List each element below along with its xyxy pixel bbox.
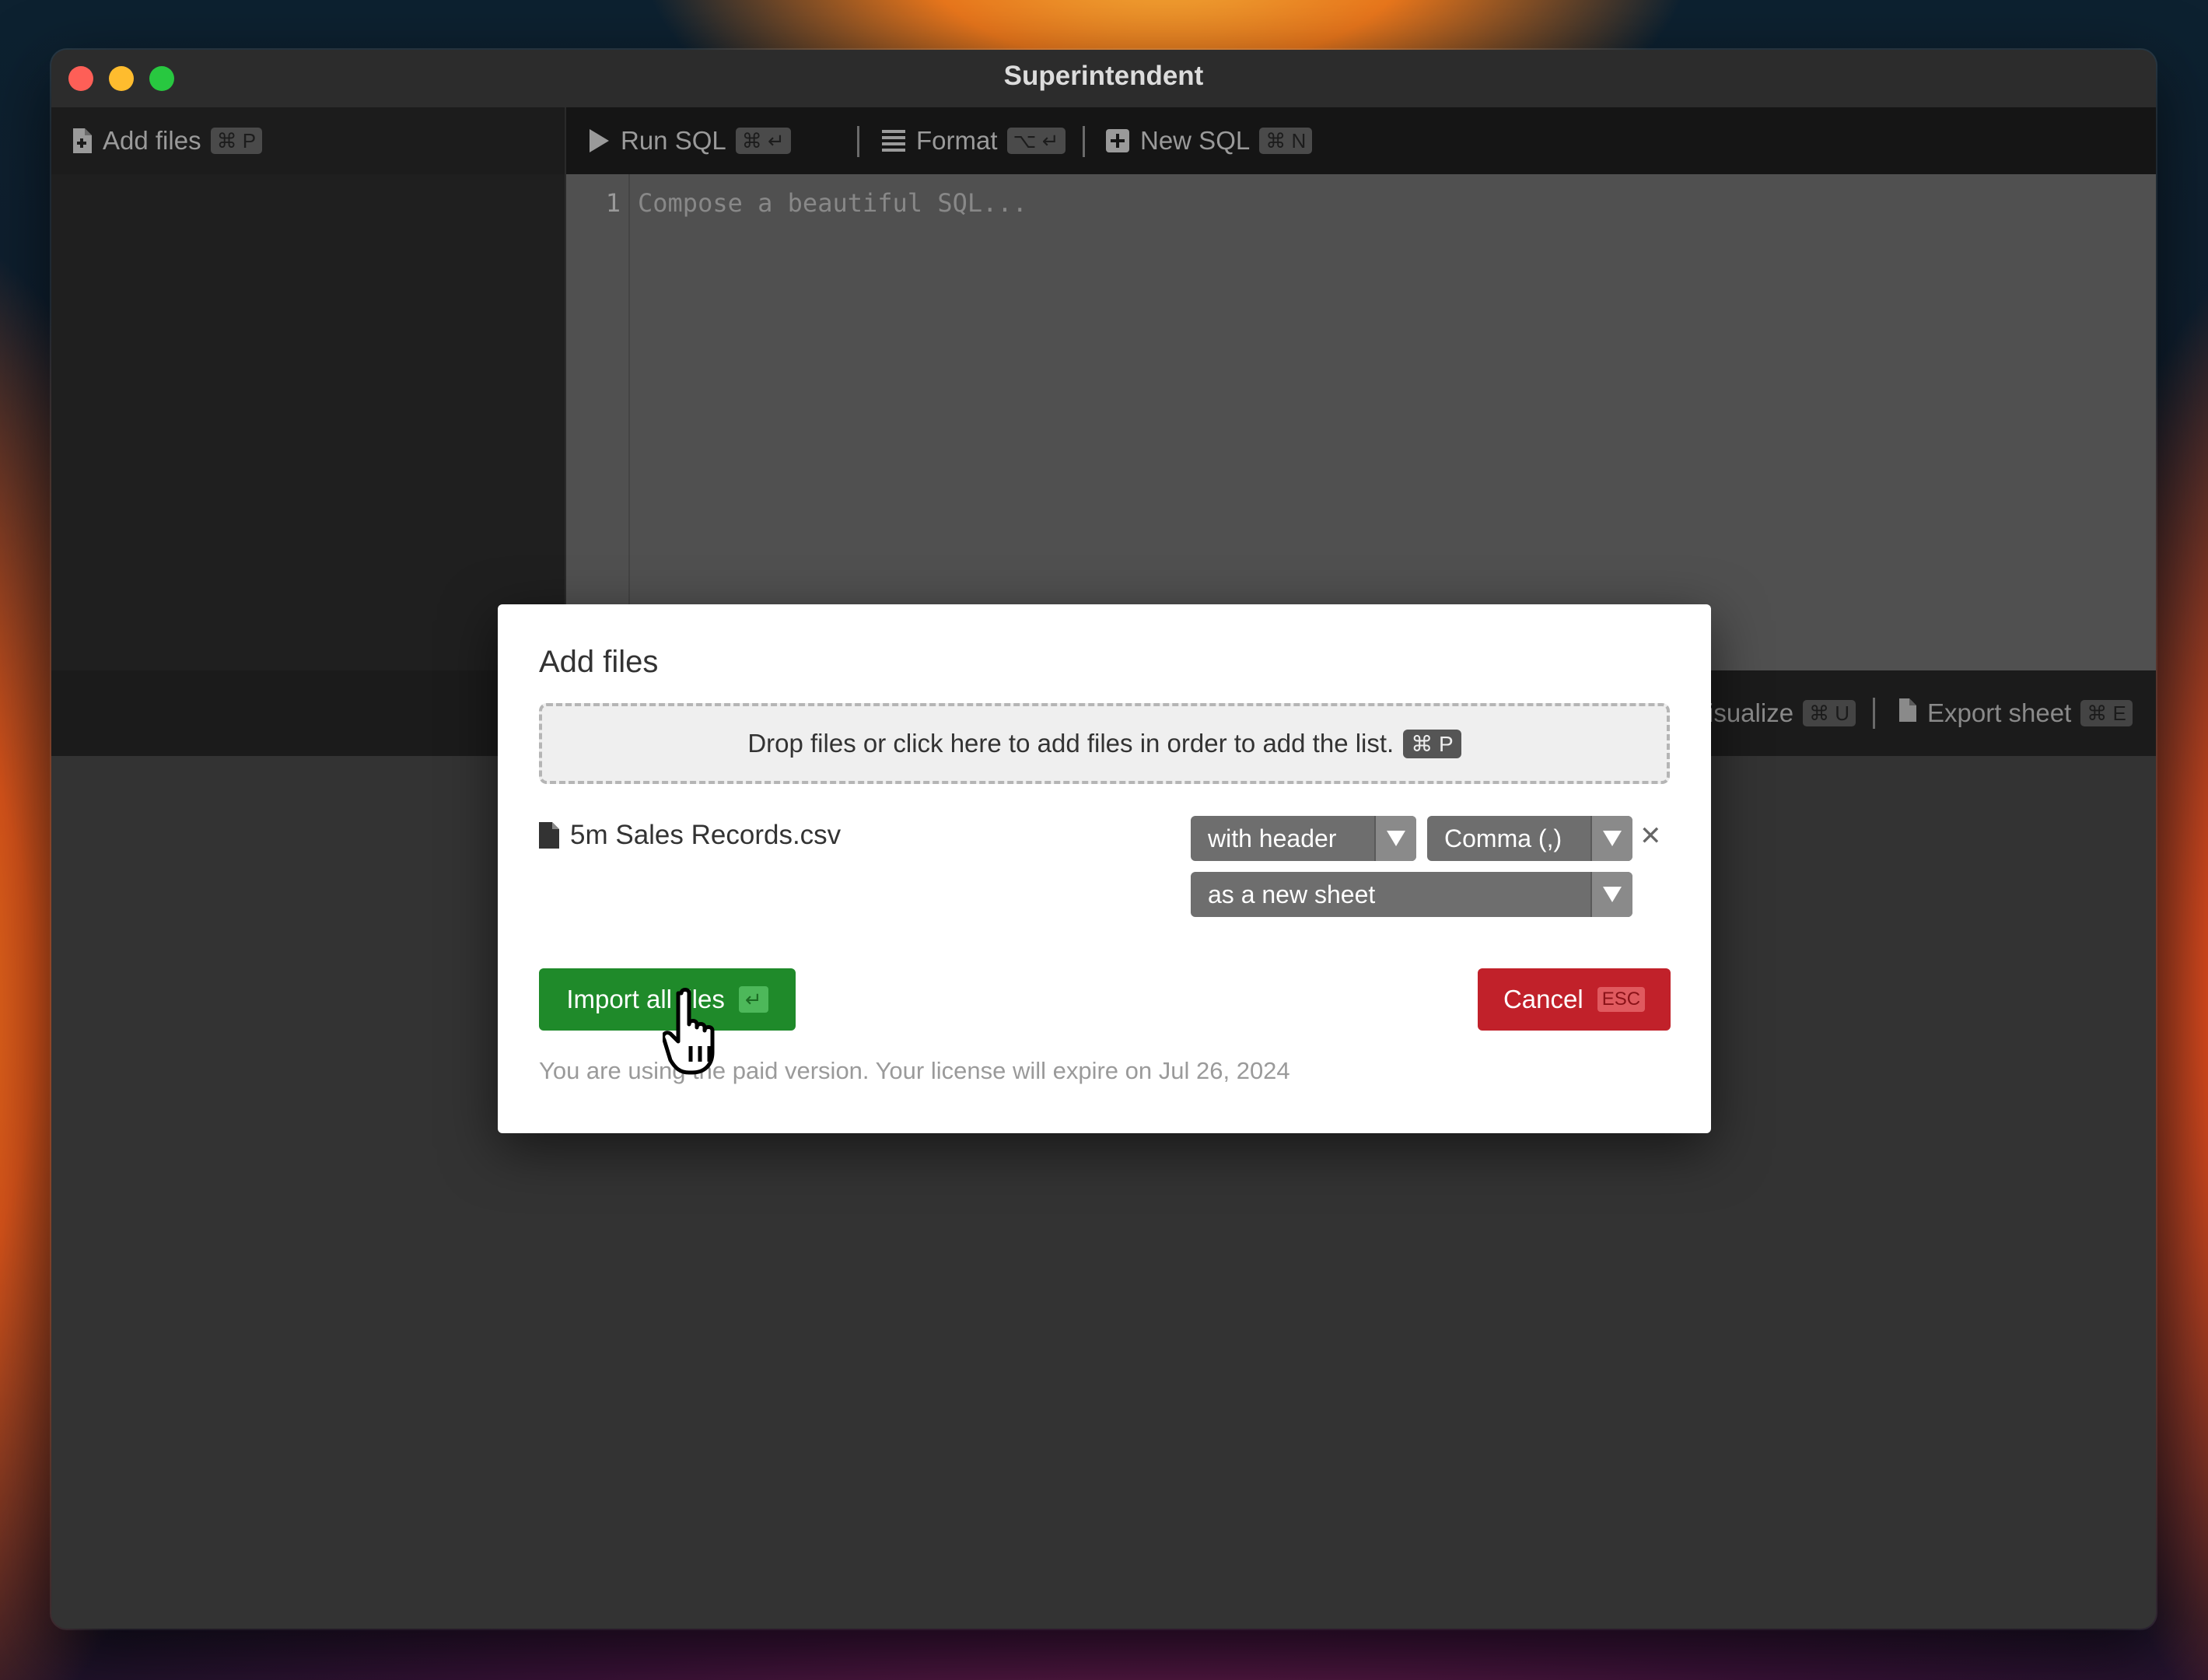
import-shortcut: ↵ xyxy=(738,986,768,1013)
visualize-label: isualize xyxy=(1708,698,1794,727)
line-gutter: 1 xyxy=(566,174,630,670)
cancel-shortcut: ESC xyxy=(1597,987,1646,1012)
format-label: Format xyxy=(916,126,998,155)
toolbar-divider xyxy=(857,126,859,157)
visualize-button[interactable]: isualize ⌘ U xyxy=(1708,670,1856,756)
header-select[interactable]: with header xyxy=(1191,816,1416,861)
export-sheet-shortcut: ⌘ E xyxy=(2080,700,2133,726)
visualize-shortcut: ⌘ U xyxy=(1803,700,1856,726)
toolbar-divider xyxy=(1873,698,1875,729)
chevron-down-icon xyxy=(1590,872,1632,917)
file-plus-icon xyxy=(72,128,92,153)
target-select[interactable]: as a new sheet xyxy=(1191,872,1632,917)
add-files-button[interactable]: Add files ⌘ P xyxy=(72,107,263,174)
dropzone-text: Drop files or click here to add files in… xyxy=(747,729,1394,758)
sql-editor[interactable]: 1 Compose a beautiful SQL... xyxy=(565,174,2156,670)
delimiter-select[interactable]: Comma (,) xyxy=(1427,816,1632,861)
plus-square-icon xyxy=(1106,129,1129,152)
remove-file-button[interactable]: ✕ xyxy=(1639,821,1662,852)
dialog-title: Add files xyxy=(539,645,659,679)
sidebar-toolbar: Add files ⌘ P xyxy=(51,107,565,174)
window-title: Superintendent xyxy=(1003,61,1204,91)
format-button[interactable]: Format ⌥ ↵ xyxy=(882,107,1066,174)
format-shortcut: ⌥ ↵ xyxy=(1006,128,1066,154)
editor-placeholder: Compose a beautiful SQL... xyxy=(638,188,1027,218)
file-dropzone[interactable]: Drop files or click here to add files in… xyxy=(539,703,1670,784)
target-select-value: as a new sheet xyxy=(1208,880,1376,908)
delimiter-select-value: Comma (,) xyxy=(1444,824,1562,852)
editor-toolbar: Run SQL ⌘ ↵ Format ⌥ ↵ New SQL ⌘ N xyxy=(565,107,2156,174)
sidebar-panel xyxy=(51,174,565,670)
file-icon xyxy=(539,822,559,849)
export-sheet-button[interactable]: Export sheet ⌘ E xyxy=(1898,670,2133,756)
new-sql-label: New SQL xyxy=(1140,126,1251,155)
run-sql-button[interactable]: Run SQL ⌘ ↵ xyxy=(588,107,791,174)
new-sql-shortcut: ⌘ N xyxy=(1259,128,1313,154)
run-sql-shortcut: ⌘ ↵ xyxy=(735,128,791,154)
dropzone-shortcut: ⌘ P xyxy=(1403,729,1461,758)
lines-icon xyxy=(882,130,905,152)
file-export-icon xyxy=(1898,698,1916,728)
export-sheet-label: Export sheet xyxy=(1927,698,2072,727)
line-number: 1 xyxy=(605,188,621,218)
cancel-label: Cancel xyxy=(1503,985,1583,1013)
play-icon xyxy=(588,128,610,153)
add-files-shortcut: ⌘ P xyxy=(210,128,263,154)
chevron-down-icon xyxy=(1374,816,1416,861)
title-bar: Superintendent xyxy=(51,50,2156,108)
hand-cursor-icon xyxy=(663,988,715,1075)
license-notice: You are using the paid version. Your lic… xyxy=(539,1057,1290,1084)
file-name: 5m Sales Records.csv xyxy=(570,820,842,850)
toolbar-divider xyxy=(1083,126,1085,157)
new-sql-button[interactable]: New SQL ⌘ N xyxy=(1106,107,1313,174)
chevron-down-icon xyxy=(1590,816,1632,861)
add-files-label: Add files xyxy=(103,126,201,155)
file-item: 5m Sales Records.csv xyxy=(539,820,841,851)
run-sql-label: Run SQL xyxy=(621,126,726,155)
cancel-button[interactable]: Cancel ESC xyxy=(1478,968,1671,1031)
header-select-value: with header xyxy=(1208,824,1337,852)
